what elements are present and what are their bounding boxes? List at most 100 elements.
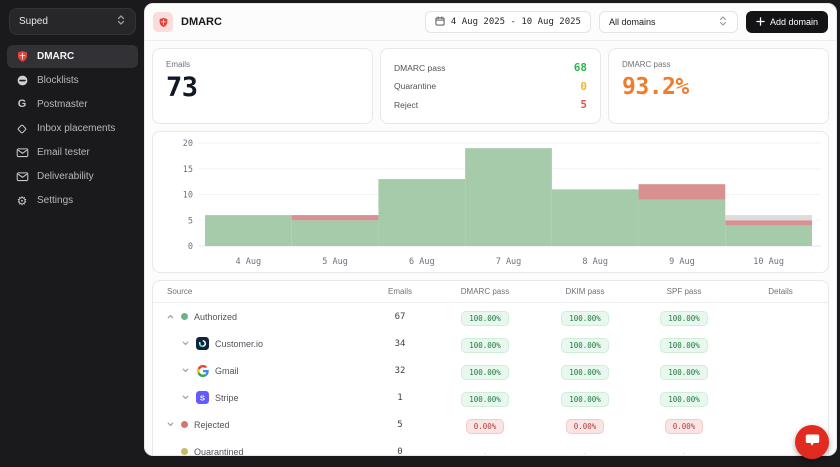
empty-value: - [683,449,686,456]
envelope-icon [15,170,29,184]
add-domain-button[interactable]: Add domain [746,11,828,33]
dkim-pass-badge: 100.00% [561,392,609,407]
stripe-icon: S [196,391,209,404]
emails-value: 67 [365,312,435,322]
panel-header: DMARC 4 Aug 2025 - 10 Aug 2025 All domai… [145,4,836,41]
plus-icon [756,17,765,28]
dkim-pass-badge: 100.00% [561,338,609,353]
pass-rate-value: 93.2% [622,74,815,100]
stats-row: Emails 73 DMARC pass 68 Quarantine 0 Rej… [152,48,829,124]
source-label: Rejected [194,420,230,430]
dmarc-pass-badge: 0.00% [466,419,505,434]
sidebar-item-deliverability[interactable]: Deliverability [7,165,138,188]
svg-text:5: 5 [188,216,193,226]
source-label: Gmail [215,366,239,376]
block-icon [15,74,29,88]
breakdown-row-pass: DMARC pass 68 [394,61,587,74]
breakdown-row-quarantine: Quarantine 0 [394,80,587,93]
sidebar-item-inbox-placements[interactable]: Inbox placements [7,117,138,140]
empty-value: - [484,449,487,456]
dkim-pass-badge: 100.00% [561,365,609,380]
customerio-icon [196,337,209,350]
pass-rate-label: DMARC pass [622,60,815,69]
svg-text:10: 10 [183,191,193,201]
column-header: Details [733,287,828,296]
emails-value: 5 [365,420,435,430]
sidebar-item-dmarc[interactable]: DMARC [7,45,138,68]
dmarc-shield-icon [153,12,173,32]
add-domain-label: Add domain [770,17,818,27]
date-range-picker[interactable]: 4 Aug 2025 - 10 Aug 2025 [425,11,591,33]
sidebar-item-label: DMARC [37,51,74,62]
sources-table: Source Emails DMARC pass DKIM pass SPF p… [152,280,829,455]
table-row[interactable]: Authorized67100.00%100.00%100.00% [153,303,828,330]
sidebar-item-blocklists[interactable]: Blocklists [7,69,138,92]
content-area: Emails 73 DMARC pass 68 Quarantine 0 Rej… [145,41,836,455]
dkim-pass-badge: 0.00% [566,419,605,434]
table-row[interactable]: Rejected50.00%0.00%0.00% [153,411,828,438]
breakdown-value: 0 [580,80,587,93]
spf-pass-badge: 100.00% [660,338,708,353]
svg-text:7 Aug: 7 Aug [496,257,522,267]
workspace-switcher[interactable]: Suped [9,8,136,35]
gear-icon: ⚙ [15,194,29,208]
dmarc-pass-rate-card: DMARC pass 93.2% [608,48,829,124]
date-range-value: 4 Aug 2025 - 10 Aug 2025 [451,17,581,27]
sidebar-item-label: Settings [37,195,73,206]
column-header: DMARC pass [435,287,535,296]
sidebar-item-label: Postmaster [37,99,88,110]
emails-label: Emails [166,60,359,69]
svg-text:4 Aug: 4 Aug [236,257,262,267]
sidebar-item-label: Inbox placements [37,123,115,134]
chevron-placeholder [165,447,175,456]
breakdown-label: DMARC pass [394,63,445,73]
dmarc-pass-badge: 100.00% [461,311,509,326]
page-title: DMARC [181,16,222,28]
dmarc-pass-badge: 100.00% [461,338,509,353]
chevron-updown-icon [718,15,728,29]
source-label: Authorized [194,312,237,322]
column-header: DKIM pass [535,287,635,296]
emails-value: 0 [365,447,435,456]
emails-value: 34 [365,339,435,349]
emails-value: 73 [166,72,359,103]
sidebar-item-postmaster[interactable]: G Postmaster [7,93,138,116]
breakdown-row-reject: Reject 5 [394,98,587,111]
source-label: Customer.io [215,339,263,349]
workspace-name: Suped [19,16,116,27]
dmarc-pass-badge: 100.00% [461,365,509,380]
chevron-updown-icon [116,13,126,31]
chevron-up-icon[interactable] [165,312,175,322]
dmarc-pass-badge: 100.00% [461,392,509,407]
envelope-icon [15,146,29,160]
chevron-down-icon[interactable] [180,393,190,403]
table-row[interactable]: Gmail 32 100.00% 100.00% 100.00% [153,357,828,384]
sidebar-item-label: Deliverability [37,171,94,182]
emails-card: Emails 73 [152,48,373,124]
sidebar-item-email-tester[interactable]: Email tester [7,141,138,164]
shield-icon [15,50,29,64]
chat-widget-button[interactable] [795,425,829,459]
sidebar: Suped DMARC Blocklists G Postmaster Inbo… [0,0,145,467]
domain-filter-select[interactable]: All domains [599,11,738,33]
table-row[interactable]: SStripe1100.00%100.00%100.00% [153,384,828,411]
table-row[interactable]: Quarantined0--- [153,438,828,455]
dmarc-breakdown-card: DMARC pass 68 Quarantine 0 Reject 5 [380,48,601,124]
table-row[interactable]: Customer.io 34 100.00% 100.00% 100.00% [153,330,828,357]
emails-value: 32 [365,366,435,376]
svg-text:0: 0 [188,242,193,252]
sidebar-item-settings[interactable]: ⚙ Settings [7,189,138,212]
chevron-down-icon[interactable] [180,366,190,376]
empty-value: - [584,449,587,456]
breakdown-label: Reject [394,100,418,110]
svg-text:9 Aug: 9 Aug [669,257,695,267]
column-header: Source [153,287,365,296]
breakdown-value: 5 [580,98,587,111]
chevron-down-icon[interactable] [165,420,175,430]
dmarc-chart-card: 051015204 Aug5 Aug6 Aug7 Aug8 Aug9 Aug10… [152,131,829,273]
sidebar-item-label: Email tester [37,147,90,158]
diamond-icon [15,122,29,136]
gmail-icon [196,364,209,377]
chevron-down-icon[interactable] [180,339,190,349]
spf-pass-badge: 100.00% [660,365,708,380]
